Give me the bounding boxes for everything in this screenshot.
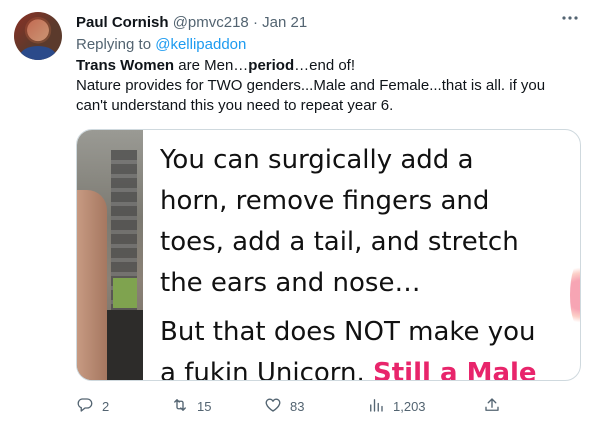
replying-mention-link[interactable]: @kellipaddon xyxy=(155,36,246,53)
retweet-button[interactable]: 15 xyxy=(171,396,211,416)
tweet-date[interactable]: Jan 21 xyxy=(262,14,307,31)
tweet[interactable]: Paul Cornish @pmvc218 · Jan 21 Replying … xyxy=(0,0,599,428)
retweet-count: 15 xyxy=(197,398,212,414)
tweet-text-line1: Trans Women are Men…period…end of! xyxy=(76,56,576,76)
reply-icon xyxy=(76,396,94,417)
tweet-actions: 2 15 83 1,203 xyxy=(76,396,581,416)
views-chart-icon xyxy=(367,396,385,417)
author-name[interactable]: Paul Cornish xyxy=(76,14,169,31)
views-count: 1,203 xyxy=(393,398,426,414)
avatar[interactable] xyxy=(14,12,62,60)
like-count: 83 xyxy=(290,398,305,414)
more-dots-icon[interactable] xyxy=(561,9,579,32)
plain-text-2: …end of! xyxy=(294,57,356,74)
meme-line: horn, remove fingers and xyxy=(160,186,490,216)
reply-count: 2 xyxy=(102,398,110,414)
tweet-header: Paul Cornish @pmvc218 · Jan 21 xyxy=(76,13,307,33)
photo-green-item xyxy=(113,278,137,308)
reply-button[interactable]: 2 xyxy=(76,396,109,416)
replying-to: Replying to @kellipaddon xyxy=(76,35,246,55)
meme-highlight: Still a Male xyxy=(373,358,537,381)
tweet-media-image[interactable]: You can surgically add a horn, remove fi… xyxy=(76,129,581,381)
share-button[interactable] xyxy=(483,396,501,416)
meme-line: You can surgically add a xyxy=(160,145,474,175)
author-handle[interactable]: @pmvc218 xyxy=(173,14,249,31)
like-button[interactable]: 83 xyxy=(264,396,304,416)
replying-prefix: Replying to xyxy=(76,36,152,53)
photo-arm xyxy=(77,190,107,380)
share-icon xyxy=(483,396,501,417)
views-button[interactable]: 1,203 xyxy=(367,396,426,416)
tweet-text: Trans Women are Men…period…end of! Natur… xyxy=(76,56,576,116)
header-separator: · xyxy=(252,14,258,31)
meme-line: toes, add a tail, and stretch xyxy=(160,227,519,257)
meme-line-plain: a fukin Unicorn. xyxy=(160,358,374,381)
photo-dark-item xyxy=(107,310,143,380)
pink-decoration xyxy=(570,260,580,330)
media-photo-strip xyxy=(77,130,143,380)
meme-line: But that does NOT make you xyxy=(160,317,536,347)
plain-text-1: are Men… xyxy=(174,57,249,74)
meme-caption: You can surgically add a horn, remove fi… xyxy=(160,140,570,381)
retweet-icon xyxy=(171,396,189,417)
heart-icon xyxy=(264,396,282,417)
tweet-text-line2: Nature provides for TWO genders...Male a… xyxy=(76,77,546,114)
meme-line: the ears and nose… xyxy=(160,268,421,298)
avatar-shirt xyxy=(20,46,56,60)
bold-text-1: Trans Women xyxy=(76,57,175,74)
meme-line: a fukin Unicorn. Still a Male xyxy=(160,353,570,381)
bold-text-2: period xyxy=(248,57,295,74)
